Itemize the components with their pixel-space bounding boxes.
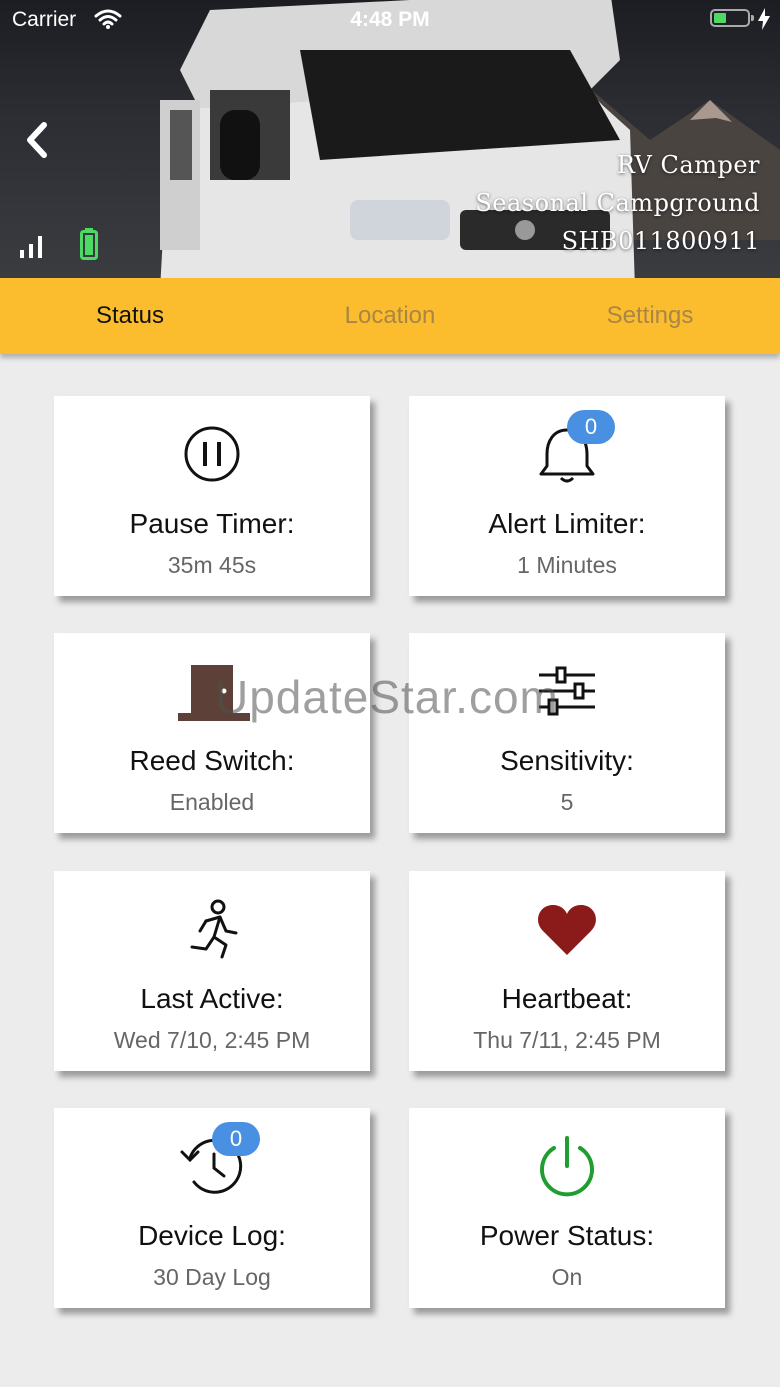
device-header-image: Carrier 4:48 PM RV Camper Seasonal Campg… [0, 0, 780, 278]
alert-limiter-card[interactable]: 0 Alert Limiter: 1 Minutes [409, 396, 725, 596]
pause-icon [184, 426, 240, 482]
card-value: Enabled [169, 789, 255, 815]
device-location: Seasonal Campground [475, 189, 760, 217]
power-icon [540, 1136, 594, 1197]
card-value: Wed 7/10, 2:45 PM [113, 1027, 311, 1053]
card-title: Power Status: [479, 1220, 655, 1251]
card-value: 5 [560, 789, 574, 815]
card-title: Last Active: [140, 983, 284, 1014]
alert-count-badge: 0 [567, 410, 615, 444]
device-log-card[interactable]: 0 Device Log: 30 Day Log [54, 1108, 370, 1308]
card-title: Heartbeat: [501, 983, 633, 1014]
device-battery-icon [80, 228, 98, 260]
tab-bar: Status Location Settings [0, 278, 780, 354]
card-value: On [551, 1264, 583, 1290]
charging-bolt-icon [758, 8, 770, 30]
card-value: 30 Day Log [153, 1264, 271, 1290]
log-count-badge: 0 [212, 1122, 260, 1156]
device-info: RV Camper Seasonal Campground SHB0118009… [475, 146, 760, 260]
tab-location[interactable]: Location [260, 302, 520, 330]
watermark: UpdateStar.com [215, 671, 559, 723]
last-active-card[interactable]: Last Active: Wed 7/10, 2:45 PM [54, 871, 370, 1071]
reed-switch-card[interactable]: Reed Switch: Enabled [54, 633, 370, 833]
device-name: RV Camper [616, 151, 760, 179]
card-title: Sensitivity: [500, 745, 634, 776]
tab-settings[interactable]: Settings [520, 302, 780, 330]
card-value: 1 Minutes [517, 552, 617, 578]
card-title: Device Log: [138, 1220, 286, 1251]
card-title: Alert Limiter: [488, 508, 646, 539]
heart-icon [538, 905, 596, 955]
status-bar: Carrier 4:48 PM [0, 0, 780, 40]
card-value: 35m 45s [167, 552, 257, 578]
phone-battery-icon [710, 9, 754, 27]
card-title: Pause Timer: [129, 508, 295, 539]
clock: 4:48 PM [350, 8, 430, 31]
power-status-card[interactable]: Power Status: On [409, 1108, 725, 1308]
heartbeat-card[interactable]: Heartbeat: Thu 7/11, 2:45 PM [409, 871, 725, 1071]
pause-timer-card[interactable]: Pause Timer: 35m 45s [54, 396, 370, 596]
tab-status[interactable]: Status [0, 302, 260, 330]
card-value: Thu 7/11, 2:45 PM [473, 1027, 661, 1053]
device-serial: SHB011800911 [561, 227, 760, 255]
back-chevron-icon[interactable] [22, 120, 52, 160]
sensitivity-card[interactable]: Sensitivity: 5 [409, 633, 725, 833]
running-person-icon [190, 899, 238, 959]
card-title: Reed Switch: [129, 745, 295, 776]
signal-strength-icon [20, 236, 42, 258]
